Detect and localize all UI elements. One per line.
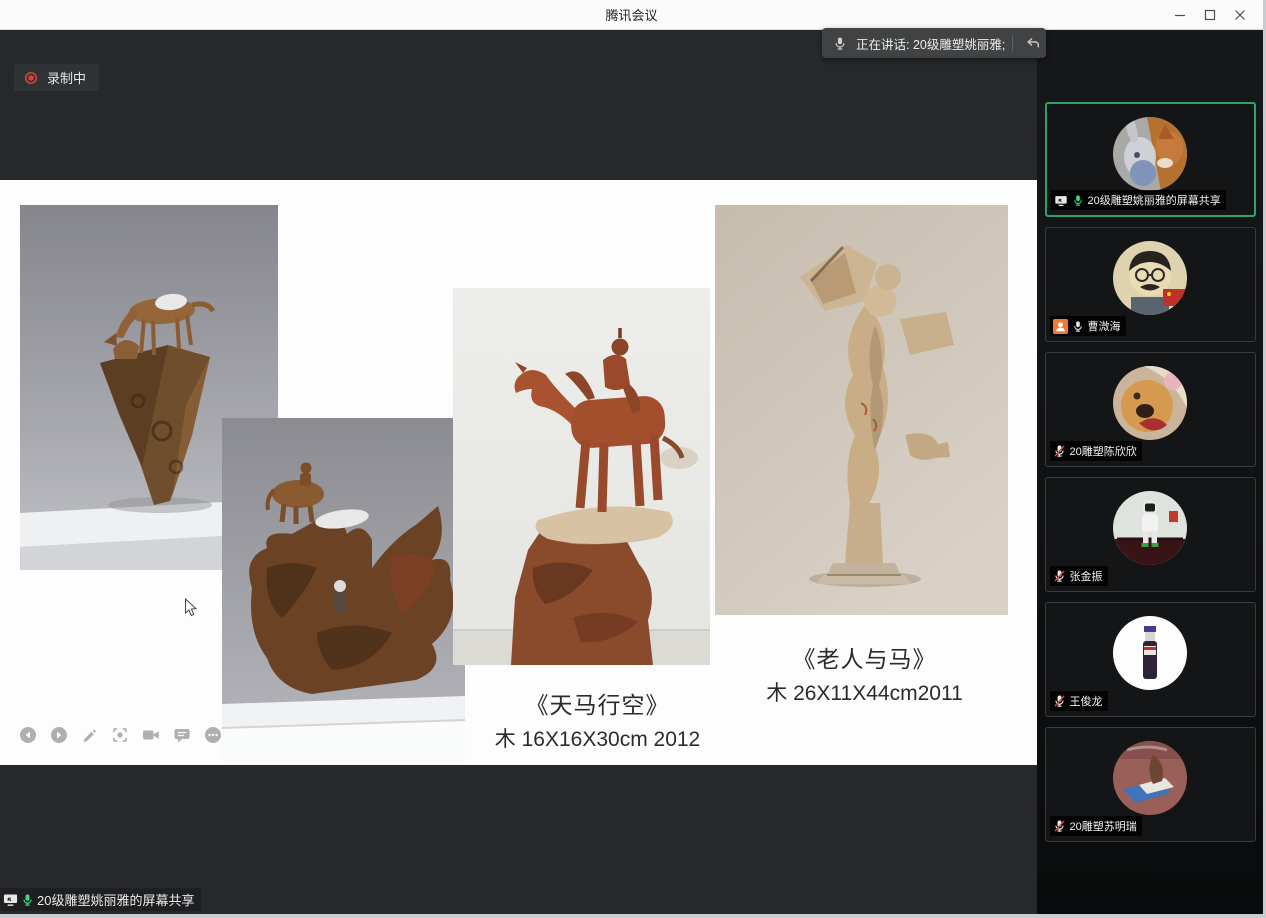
caption-details: 木 16X16X30cm 2012 — [455, 723, 740, 753]
previous-icon — [19, 726, 37, 744]
participant-tile-chenxinxin[interactable]: 20雕塑陈欣欣 — [1045, 352, 1256, 467]
caption-title: 《天马行空》 — [455, 686, 740, 720]
avatar — [1113, 491, 1187, 565]
mouse-cursor-icon — [184, 598, 197, 622]
microphone-muted-icon — [1053, 694, 1066, 708]
maximize-icon — [1204, 9, 1216, 21]
participant-name: 曹溦海 — [1088, 318, 1121, 334]
record-dot-icon — [24, 71, 38, 85]
close-icon — [1234, 9, 1246, 21]
member-badge-icon — [1053, 319, 1068, 334]
previous-button[interactable] — [19, 726, 37, 744]
avatar — [1113, 616, 1187, 690]
recording-badge[interactable]: 录制中 — [14, 64, 99, 91]
speaking-toast: 正在讲话: 20级雕塑姚丽雅; — [822, 28, 1046, 58]
maximize-button[interactable] — [1195, 0, 1225, 30]
minimize-icon — [1174, 9, 1186, 21]
participant-label: 张金振 — [1050, 566, 1108, 586]
artwork-caption-laoren: 《老人与马》 木 26X11X44cm2011 — [737, 640, 992, 707]
window-title: 腾讯会议 — [605, 5, 657, 24]
screen-share-banner-label: 20级雕塑姚丽雅的屏幕共享 — [37, 890, 194, 909]
participant-label: 曹溦海 — [1050, 316, 1126, 336]
participant-name: 20雕塑苏明瑞 — [1070, 818, 1137, 834]
next-icon — [50, 726, 68, 744]
artwork-photo-driftwood — [222, 418, 465, 763]
participants-sidebar: 20级雕塑姚丽雅的屏幕共享 曹溦海 20雕塑陈欣欣 — [1037, 30, 1263, 918]
microphone-icon — [833, 36, 847, 51]
pencil-icon — [81, 727, 98, 744]
screen-share-icon — [3, 892, 18, 907]
next-button[interactable] — [50, 726, 68, 744]
recording-label: 录制中 — [47, 68, 86, 87]
artwork-photo-rider-horse — [453, 288, 710, 665]
meeting-window: 腾讯会议 正在讲话: 20级雕塑姚丽雅; 录制中 — [0, 0, 1266, 918]
participant-tile-caoweihai[interactable]: 曹溦海 — [1045, 227, 1256, 342]
annotate-button[interactable] — [81, 727, 98, 744]
chat-button[interactable] — [173, 726, 191, 744]
divider — [1012, 35, 1013, 51]
artwork-caption-tianma: 《天马行空》 木 16X16X30cm 2012 — [455, 686, 740, 753]
reply-arrow-icon — [1025, 35, 1041, 51]
close-button[interactable] — [1225, 0, 1255, 30]
microphone-on-icon — [1072, 194, 1084, 207]
camera-button[interactable] — [142, 726, 160, 744]
participant-name: 20雕塑陈欣欣 — [1070, 443, 1137, 459]
reply-arrow-button[interactable] — [1020, 28, 1046, 58]
artwork-photo-old-man-horse — [715, 205, 1008, 615]
participant-tile-zhangjinzhen[interactable]: 张金振 — [1045, 477, 1256, 592]
screen-share-icon — [1054, 194, 1068, 207]
participant-name: 张金振 — [1070, 568, 1103, 584]
participant-tile-wangjunlong[interactable]: 王俊龙 — [1045, 602, 1256, 717]
participant-label: 20雕塑陈欣欣 — [1050, 441, 1142, 461]
screen-share-banner: 20级雕塑姚丽雅的屏幕共享 — [0, 888, 201, 911]
window-controls — [1165, 0, 1255, 30]
avatar — [1113, 117, 1187, 191]
more-icon — [204, 726, 222, 744]
participant-label: 20级雕塑姚丽雅的屏幕共享 — [1051, 190, 1226, 210]
annotation-toolbar — [19, 726, 222, 744]
caption-title: 《老人与马》 — [737, 640, 992, 674]
avatar — [1113, 741, 1187, 815]
avatar — [1113, 241, 1187, 315]
spotlight-icon — [111, 726, 129, 744]
caption-details: 木 26X11X44cm2011 — [737, 677, 992, 707]
presentation-slide: 《天马行空》 木 16X16X30cm 2012 《老人与马》 木 26X11X… — [0, 180, 1040, 765]
more-button[interactable] — [204, 726, 222, 744]
microphone-muted-icon — [1053, 444, 1066, 458]
participant-name: 王俊龙 — [1070, 693, 1103, 709]
participant-tile-sumingrui[interactable]: 20雕塑苏明瑞 — [1045, 727, 1256, 842]
participant-tile-yaoliya[interactable]: 20级雕塑姚丽雅的屏幕共享 — [1045, 102, 1256, 217]
titlebar: 腾讯会议 — [0, 0, 1263, 30]
participant-name: 20级雕塑姚丽雅的屏幕共享 — [1088, 192, 1221, 208]
microphone-on-icon — [1072, 320, 1084, 333]
microphone-muted-icon — [1053, 819, 1066, 833]
minimize-button[interactable] — [1165, 0, 1195, 30]
microphone-muted-icon — [1053, 569, 1066, 583]
spotlight-button[interactable] — [111, 726, 129, 744]
chat-icon — [173, 726, 191, 744]
shared-screen-area: 录制中 — [0, 30, 1040, 918]
speaking-status-text: 正在讲话: 20级雕塑姚丽雅; — [856, 34, 1008, 53]
microphone-on-icon — [21, 893, 34, 907]
camera-icon — [142, 726, 160, 744]
avatar — [1113, 366, 1187, 440]
participant-label: 20雕塑苏明瑞 — [1050, 816, 1142, 836]
participant-label: 王俊龙 — [1050, 691, 1108, 711]
